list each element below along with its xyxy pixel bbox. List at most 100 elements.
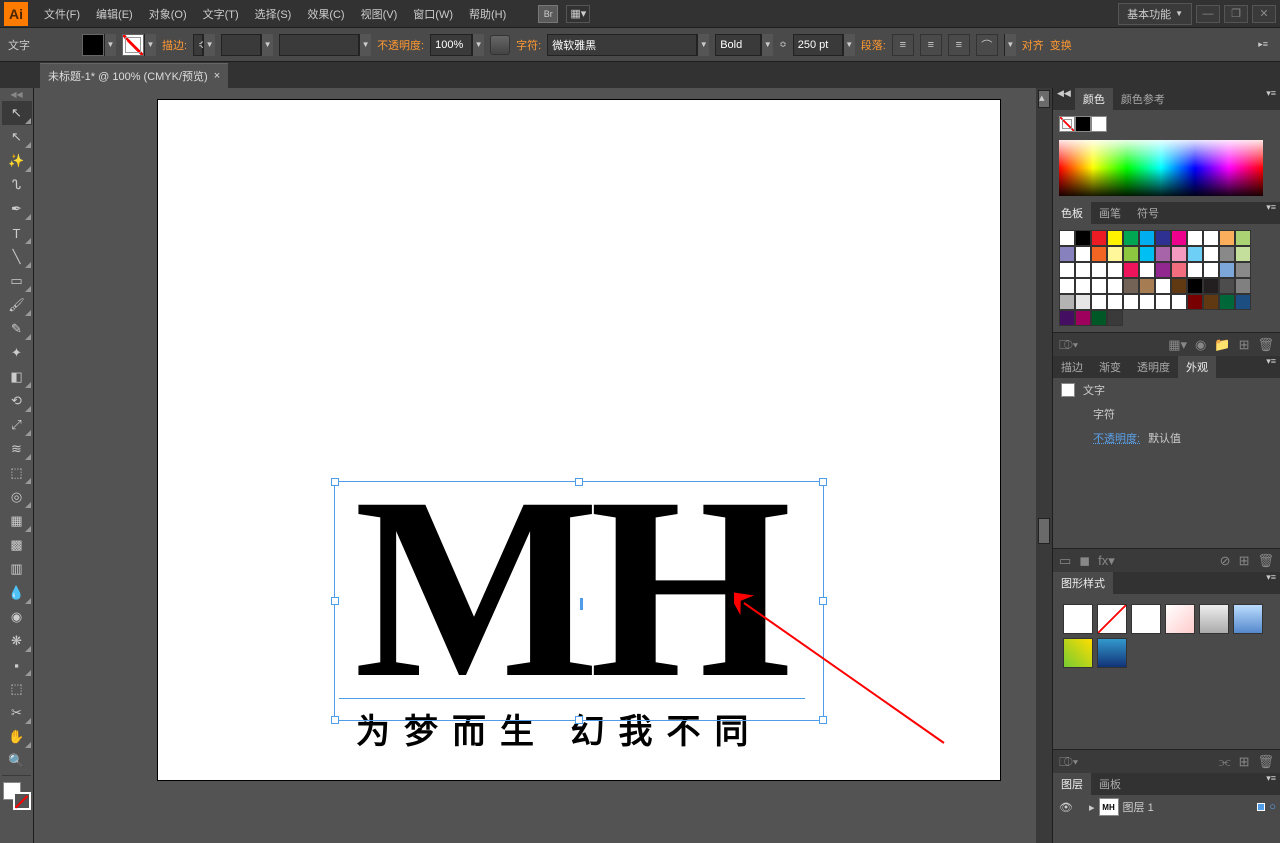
swatch-item[interactable] [1139,278,1155,294]
gstyle-item[interactable] [1199,604,1229,634]
swatch-item[interactable] [1187,262,1203,278]
swatch-item[interactable] [1075,310,1091,326]
swatch-item[interactable] [1235,294,1251,310]
panel-menu-icon[interactable]: ▾≡ [1262,88,1280,110]
menu-select[interactable]: 选择(S) [247,0,300,27]
swatch-item[interactable] [1171,262,1187,278]
swatch-item[interactable] [1171,230,1187,246]
swatch-item[interactable] [1075,294,1091,310]
swatch-kind-icon[interactable]: ▦▾ [1168,337,1187,353]
bridge-icon[interactable]: Br [538,5,558,23]
swatch-item[interactable] [1187,278,1203,294]
swatch-item[interactable] [1107,262,1123,278]
stroke-profile[interactable] [221,34,261,56]
collapse-icon[interactable]: ◀◀ [1053,88,1075,110]
swatch-item[interactable] [1219,294,1235,310]
swatch-item[interactable] [1171,246,1187,262]
tab-symbols[interactable]: 符号 [1129,202,1167,224]
stroke-weight-input[interactable]: ≎ [193,34,203,56]
symbol-sprayer-tool[interactable]: ❋ [2,629,32,653]
transform-panel-label[interactable]: 变换 [1050,37,1072,53]
scroll-up[interactable]: ▴ [1038,90,1050,108]
fx-icon[interactable]: fx▾ [1098,553,1115,569]
swatch-item[interactable] [1059,294,1075,310]
visibility-icon[interactable]: 👁 [1057,801,1075,814]
swatch-item[interactable] [1155,262,1171,278]
scroll-thumb[interactable] [1038,518,1050,544]
fill-stroke-indicator[interactable] [3,782,31,810]
scale-tool[interactable]: ⤢ [2,413,32,437]
swatch-options-icon[interactable]: ◉ [1195,337,1206,353]
swatch-item[interactable] [1235,246,1251,262]
new-gstyle-icon[interactable]: ⊞ [1239,754,1250,770]
lasso-tool[interactable]: ᔐ [2,173,32,197]
swatch-item[interactable] [1187,246,1203,262]
warp-button[interactable]: ⌒ [976,34,998,56]
workspace-switcher[interactable]: 基本功能▼ [1118,3,1192,25]
swatch-item[interactable] [1235,278,1251,294]
tab-appearance[interactable]: 外观 [1178,356,1216,378]
tab-artboards[interactable]: 画板 [1091,773,1129,795]
expand-icon[interactable]: ▸ [1089,801,1095,814]
menu-view[interactable]: 视图(V) [353,0,406,27]
swatch-item[interactable] [1091,230,1107,246]
arrange-docs-icon[interactable]: ▦▾ [566,5,590,23]
rectangle-tool[interactable]: ▭ [2,269,32,293]
tab-color-guide[interactable]: 颜色参考 [1113,88,1173,110]
align-left-button[interactable]: ≡ [892,34,914,56]
swatch-item[interactable] [1107,246,1123,262]
hand-tool[interactable]: ✋ [2,725,32,749]
menu-type[interactable]: 文字(T) [195,0,247,27]
gstyle-item[interactable] [1097,638,1127,668]
menu-object[interactable]: 对象(O) [141,0,195,27]
panel-menu-icon[interactable]: ▾≡ [1262,572,1280,594]
tab-transparency[interactable]: 透明度 [1129,356,1178,378]
swatch-item[interactable] [1155,278,1171,294]
rotate-tool[interactable]: ⟲ [2,389,32,413]
swatch-item[interactable] [1075,230,1091,246]
swatch-item[interactable] [1203,262,1219,278]
gradient-tool[interactable]: ▥ [2,557,32,581]
tab-brushes[interactable]: 画笔 [1091,202,1129,224]
swatch-item[interactable] [1219,246,1235,262]
align-center-button[interactable]: ≡ [920,34,942,56]
swatch-item[interactable] [1091,278,1107,294]
swatch-item[interactable] [1139,246,1155,262]
panel-menu-icon[interactable]: ▾≡ [1262,773,1280,795]
swatch-item[interactable] [1075,246,1091,262]
swatch-item[interactable] [1187,230,1203,246]
column-graph-tool[interactable]: ▪ [2,653,32,677]
dup-icon[interactable]: ⊞ [1239,553,1250,569]
align-panel-label[interactable]: 对齐 [1022,37,1044,53]
swatch-item[interactable] [1155,294,1171,310]
swatch-item[interactable] [1203,230,1219,246]
swatch-item[interactable] [1219,230,1235,246]
menu-help[interactable]: 帮助(H) [461,0,514,27]
new-stroke-icon[interactable]: ▭ [1059,553,1071,569]
gstyle-item[interactable] [1097,604,1127,634]
fill-swatch[interactable] [82,34,104,56]
swatch-item[interactable] [1171,278,1187,294]
brush-def[interactable] [279,34,359,56]
pencil-tool[interactable]: ✎ [2,317,32,341]
stroke-swatch[interactable] [122,34,144,56]
swatch-item[interactable] [1123,246,1139,262]
swatch-item[interactable] [1123,278,1139,294]
artboard-tool[interactable]: ⬚ [2,677,32,701]
gstyle-item[interactable] [1165,604,1195,634]
layer-name[interactable]: 图层 1 [1123,799,1154,815]
canvas-text-slogan[interactable]: 为梦而生 幻我不同 [356,704,763,753]
swatch-item[interactable] [1139,262,1155,278]
swatch-item[interactable] [1107,310,1123,326]
swatch-item[interactable] [1203,294,1219,310]
slice-tool[interactable]: ✂ [2,701,32,725]
clear-icon[interactable]: ⊘ [1220,553,1231,569]
tab-color[interactable]: 颜色 [1075,88,1113,110]
align-right-button[interactable]: ≡ [948,34,970,56]
tab-stroke[interactable]: 描边 [1053,356,1091,378]
swatch-item[interactable] [1107,294,1123,310]
swatch-item[interactable] [1059,230,1075,246]
swatch-item[interactable] [1123,230,1139,246]
recolor-art-button[interactable] [490,35,510,55]
paintbrush-tool[interactable]: 🖌 [2,293,32,317]
